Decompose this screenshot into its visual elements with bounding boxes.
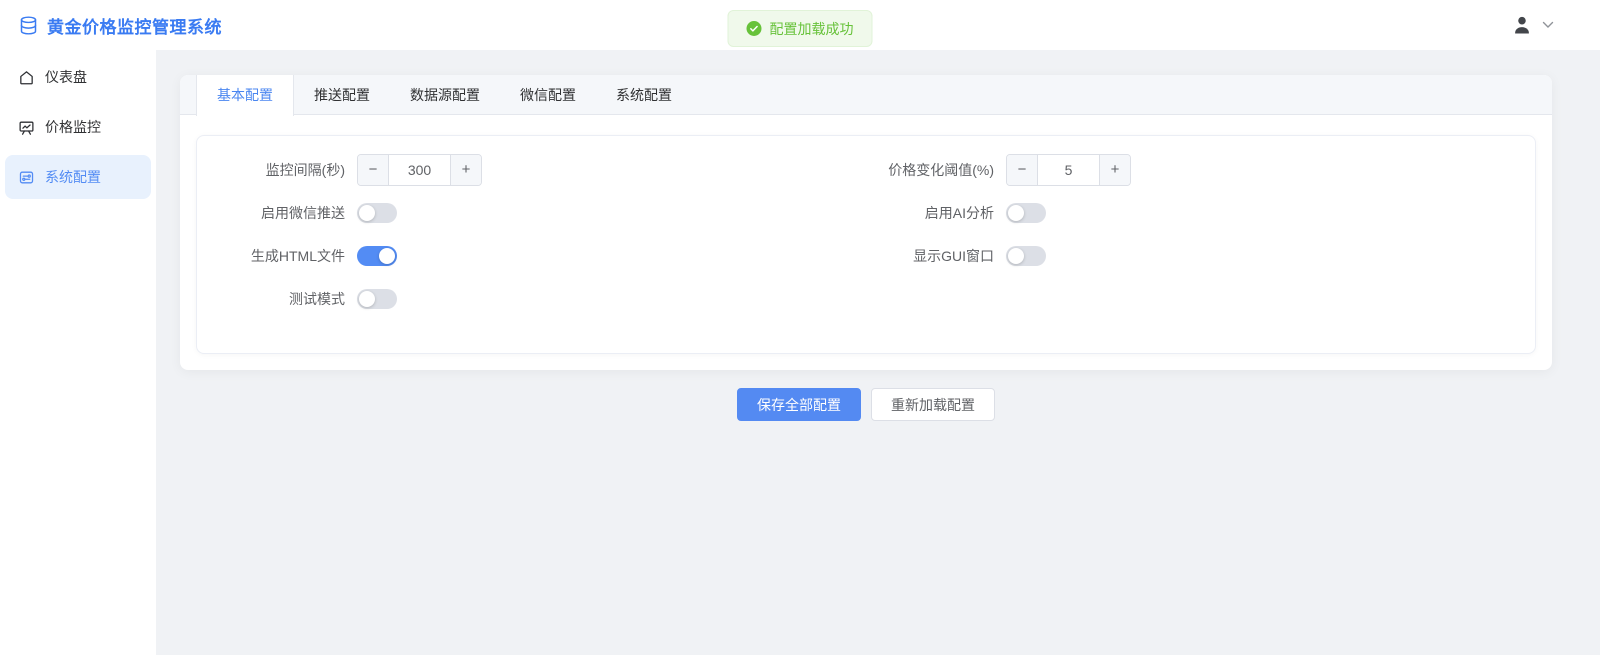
increase-button[interactable]: + [450, 155, 481, 185]
increase-button[interactable]: + [1099, 155, 1130, 185]
sidebar-item-system-config[interactable]: 系统配置 [5, 155, 151, 199]
sidebar-item-label: 系统配置 [45, 167, 101, 187]
tab-push-config[interactable]: 推送配置 [294, 75, 390, 115]
system-config-icon [18, 169, 35, 186]
sidebar: 仪表盘 价格监控 系统配置 [0, 50, 156, 655]
show-gui-switch[interactable] [1006, 246, 1046, 266]
generate-html-switch[interactable] [357, 246, 397, 266]
sidebar-item-dashboard[interactable]: 仪表盘 [0, 52, 156, 102]
config-tabs: 基本配置 推送配置 数据源配置 微信配置 系统配置 [180, 75, 1552, 115]
form-item-ai-analysis: 启用AI分析 [866, 197, 1515, 229]
price-threshold-stepper: − + [1006, 154, 1131, 186]
reload-config-button[interactable]: 重新加载配置 [871, 388, 995, 421]
form-item-price-threshold: 价格变化阈值(%) − + [866, 154, 1515, 186]
monitor-interval-stepper: − + [357, 154, 482, 186]
tab-wechat-config[interactable]: 微信配置 [500, 75, 596, 115]
sidebar-item-label: 价格监控 [45, 117, 101, 137]
field-label: 显示GUI窗口 [866, 246, 1006, 266]
monitor-interval-input[interactable] [389, 155, 450, 185]
save-all-config-button[interactable]: 保存全部配置 [737, 388, 861, 421]
tab-panel-basic: 监控间隔(秒) − + 价格变化阈值(%) − [180, 115, 1552, 370]
decrease-button[interactable]: − [358, 155, 389, 185]
chevron-down-icon [1542, 21, 1554, 29]
action-buttons: 保存全部配置 重新加载配置 [180, 388, 1552, 421]
page-title: 黄金价格监控管理系统 [47, 13, 222, 38]
tab-datasource-config[interactable]: 数据源配置 [390, 75, 500, 115]
field-label: 启用AI分析 [866, 203, 1006, 223]
tab-basic-config[interactable]: 基本配置 [196, 75, 294, 116]
decrease-button[interactable]: − [1007, 155, 1038, 185]
switch-knob [359, 205, 375, 221]
brand: 黄金价格监控管理系统 [18, 13, 222, 38]
form-item-monitor-interval: 监控间隔(秒) − + [217, 154, 866, 186]
form-item-empty [866, 283, 1515, 315]
database-icon [18, 15, 39, 36]
price-monitor-icon [18, 119, 35, 136]
field-label: 价格变化阈值(%) [866, 160, 1006, 180]
sidebar-item-label: 仪表盘 [45, 67, 87, 87]
user-dropdown[interactable] [1511, 14, 1580, 36]
test-mode-switch[interactable] [357, 289, 397, 309]
user-avatar-icon [1511, 14, 1533, 36]
main-content: 基本配置 推送配置 数据源配置 微信配置 系统配置 监控间隔(秒) − [156, 50, 1600, 655]
form-item-show-gui: 显示GUI窗口 [866, 240, 1515, 272]
config-form: 监控间隔(秒) − + 价格变化阈值(%) − [217, 154, 1515, 315]
home-icon [18, 69, 35, 86]
tab-system-config[interactable]: 系统配置 [596, 75, 692, 115]
success-check-icon [747, 21, 762, 36]
success-message-text: 配置加载成功 [770, 19, 854, 39]
field-label: 监控间隔(秒) [217, 160, 357, 180]
price-threshold-input[interactable] [1038, 155, 1099, 185]
switch-knob [379, 248, 395, 264]
switch-knob [1008, 248, 1024, 264]
basic-config-panel: 监控间隔(秒) − + 价格变化阈值(%) − [196, 135, 1536, 354]
wechat-push-switch[interactable] [357, 203, 397, 223]
field-label: 启用微信推送 [217, 203, 357, 223]
field-label: 生成HTML文件 [217, 246, 357, 266]
field-label: 测试模式 [217, 289, 357, 309]
ai-analysis-switch[interactable] [1006, 203, 1046, 223]
form-item-wechat-push: 启用微信推送 [217, 197, 866, 229]
switch-knob [359, 291, 375, 307]
form-item-generate-html: 生成HTML文件 [217, 240, 866, 272]
success-message: 配置加载成功 [728, 10, 873, 47]
form-item-test-mode: 测试模式 [217, 283, 866, 315]
config-card: 基本配置 推送配置 数据源配置 微信配置 系统配置 监控间隔(秒) − [180, 75, 1552, 370]
sidebar-item-price-monitor[interactable]: 价格监控 [0, 102, 156, 152]
switch-knob [1008, 205, 1024, 221]
